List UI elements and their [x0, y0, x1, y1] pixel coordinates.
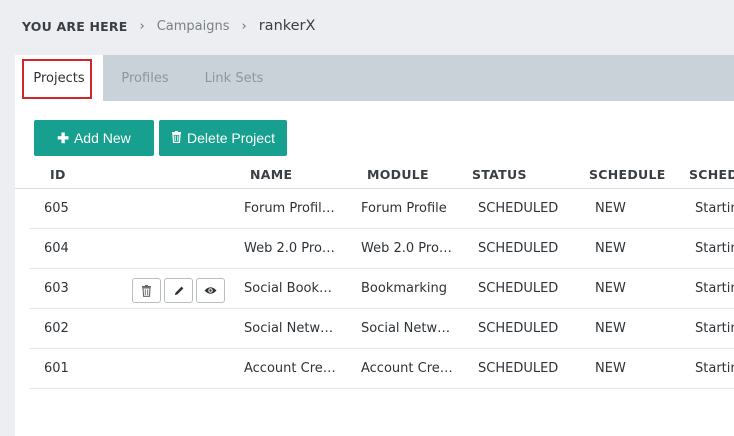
breadcrumb-home: YOU ARE HERE [22, 18, 128, 34]
column-header-id[interactable]: ID [50, 167, 66, 182]
row-schedule: NEW [595, 241, 626, 256]
row-id: 602 [44, 321, 69, 336]
table-row[interactable]: 603 Social Book… Bookmarking SCHEDULED N… [30, 269, 734, 309]
table-header: ID NAME MODULE STATUS SCHEDULE SCHED [15, 163, 734, 189]
trash-icon [171, 130, 182, 146]
row-schedule: NEW [595, 321, 626, 336]
eye-icon [204, 286, 217, 295]
projects-panel: Projects Profiles Link Sets ✚ Add New De… [15, 55, 734, 436]
row-module: Social Netw… [361, 321, 451, 336]
row-module: Bookmarking [361, 281, 447, 296]
breadcrumb-current: rankerX [258, 18, 316, 34]
column-header-sched[interactable]: SCHED [689, 167, 734, 182]
row-name[interactable]: Forum Profil… [244, 201, 356, 216]
plus-icon: ✚ [57, 129, 69, 146]
row-name[interactable]: Social Book… [244, 281, 356, 296]
delete-project-button[interactable]: Delete Project [159, 120, 287, 156]
row-module: Account Cre… [361, 361, 453, 376]
trash-icon [141, 284, 152, 297]
row-status: SCHEDULED [478, 321, 559, 336]
row-status: SCHEDULED [478, 201, 559, 216]
row-sched: Startin [695, 241, 734, 256]
row-sched: Startin [695, 281, 734, 296]
row-view-button[interactable] [196, 278, 225, 303]
column-header-schedule[interactable]: SCHEDULE [589, 167, 666, 182]
column-header-module[interactable]: MODULE [367, 167, 429, 182]
row-name[interactable]: Social Netw… [244, 321, 356, 336]
tab-bar: Projects Profiles Link Sets [15, 55, 734, 101]
add-new-button[interactable]: ✚ Add New [34, 120, 154, 156]
row-schedule: NEW [595, 281, 626, 296]
breadcrumb-separator: › [241, 18, 247, 34]
row-sched: Startin [695, 321, 734, 336]
tab-link-sets[interactable]: Link Sets [196, 55, 272, 101]
row-sched: Startin [695, 361, 734, 376]
table-row[interactable]: 601 Account Cre… Account Cre… SCHEDULED … [30, 349, 734, 389]
row-status: SCHEDULED [478, 281, 559, 296]
add-new-label: Add New [73, 130, 131, 146]
pencil-icon [173, 285, 185, 297]
row-name[interactable]: Web 2.0 Pro… [244, 241, 356, 256]
breadcrumb-separator: › [139, 18, 145, 34]
table-row[interactable]: 602 Social Netw… Social Netw… SCHEDULED … [30, 309, 734, 349]
row-edit-button[interactable] [164, 278, 193, 303]
row-schedule: NEW [595, 201, 626, 216]
tab-link-sets-label: Link Sets [204, 70, 264, 86]
row-delete-button[interactable] [132, 278, 161, 303]
table-row[interactable]: 605 Forum Profil… Forum Profile SCHEDULE… [30, 189, 734, 229]
breadcrumb-campaigns-link[interactable]: Campaigns [157, 19, 230, 34]
row-actions [132, 278, 225, 303]
row-status: SCHEDULED [478, 361, 559, 376]
column-header-status[interactable]: STATUS [472, 167, 527, 182]
delete-project-label: Delete Project [187, 130, 275, 146]
row-id: 601 [44, 361, 69, 376]
tab-projects-highlight [22, 59, 92, 99]
row-name[interactable]: Account Cre… [244, 361, 356, 376]
row-id: 603 [44, 281, 69, 296]
tab-profiles[interactable]: Profiles [110, 55, 180, 101]
breadcrumb: YOU ARE HERE › Campaigns › rankerX [0, 0, 734, 52]
table-row[interactable]: 604 Web 2.0 Pro… Web 2.0 Pro… SCHEDULED … [30, 229, 734, 269]
row-status: SCHEDULED [478, 241, 559, 256]
row-module: Forum Profile [361, 201, 447, 216]
row-id: 604 [44, 241, 69, 256]
row-sched: Startin [695, 201, 734, 216]
row-schedule: NEW [595, 361, 626, 376]
row-module: Web 2.0 Pro… [361, 241, 452, 256]
tab-profiles-label: Profiles [121, 70, 169, 86]
column-header-name[interactable]: NAME [250, 167, 292, 182]
row-id: 605 [44, 201, 69, 216]
